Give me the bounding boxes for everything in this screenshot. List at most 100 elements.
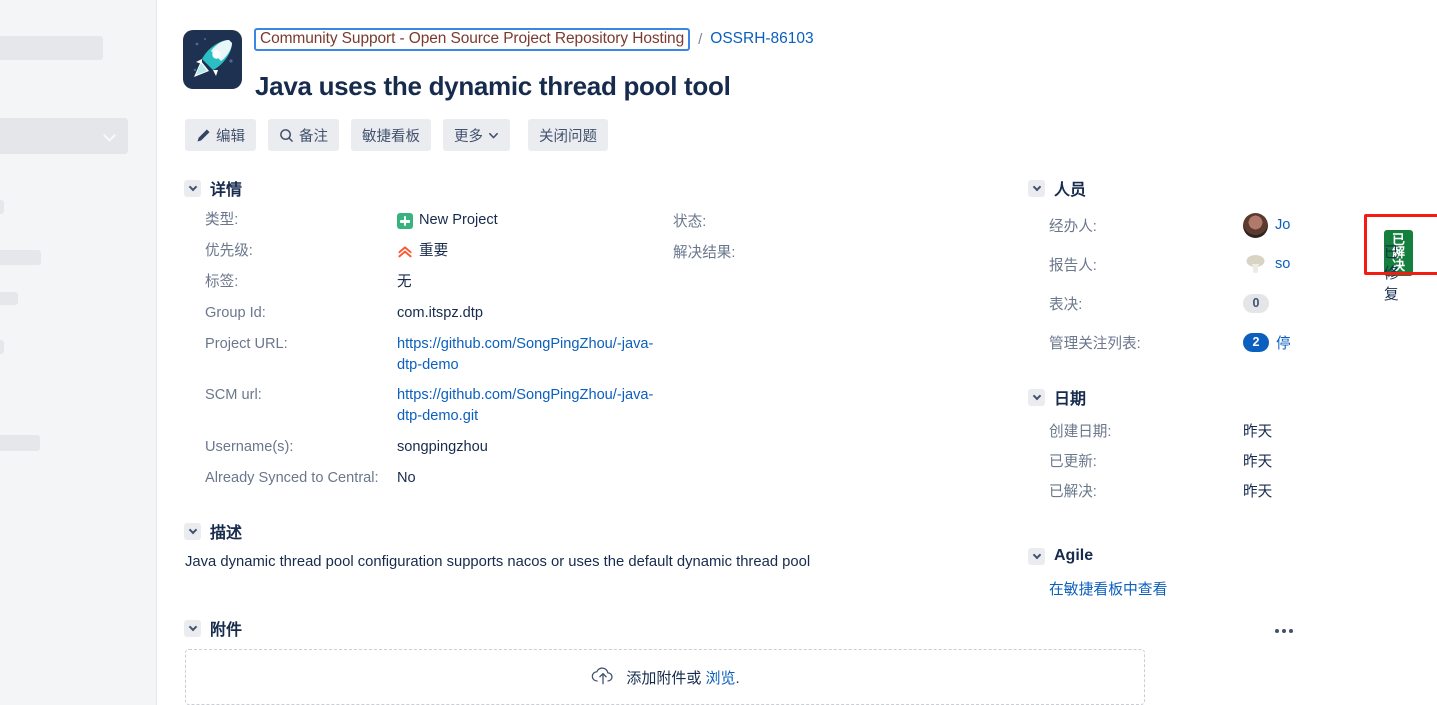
field-type: 类型: New Project <box>205 210 665 232</box>
scm-url-link[interactable]: https://github.com/SongPingZhou/-java-dt… <box>397 385 665 427</box>
field-already-synced: Already Synced to Central: No <box>205 468 665 490</box>
details-section-header: 详情 <box>184 176 242 200</box>
field-resolved: 已解决: 昨天 <box>1049 480 1437 501</box>
dropzone-suffix: . <box>735 669 740 687</box>
field-value: songpingzhou <box>397 439 488 456</box>
attachment-dropzone[interactable]: 添加附件或 浏览. <box>185 649 1145 705</box>
field-value: https://github.com/SongPingZhou/-java-dt… <box>397 334 665 376</box>
field-value: so <box>1243 252 1290 277</box>
close-issue-button-label: 关闭问题 <box>539 128 597 145</box>
more-button-label: 更多 <box>454 128 483 145</box>
field-value: https://github.com/SongPingZhou/-java-dt… <box>397 385 665 427</box>
jira-issue-page: Community Support - Open Source Project … <box>0 0 1437 705</box>
attachments-section-header: 附件 <box>184 616 242 640</box>
field-label: 优先级: <box>205 243 253 259</box>
pencil-icon <box>196 128 211 143</box>
edit-button[interactable]: 编辑 <box>185 119 256 151</box>
field-label: Already Synced to Central: <box>205 469 379 486</box>
chevron-down-icon[interactable] <box>1028 388 1045 406</box>
field-label: 解决结果: <box>673 245 736 261</box>
chevron-down-icon[interactable] <box>1028 179 1045 197</box>
project-url-link[interactable]: https://github.com/SongPingZhou/-java-dt… <box>397 334 665 376</box>
close-issue-button[interactable]: 关闭问题 <box>528 119 608 151</box>
view-on-agile-board-link[interactable]: 在敏捷看板中查看 <box>1049 578 1167 599</box>
field-label: 已更新: <box>1049 454 1097 470</box>
field-value: 无 <box>397 274 412 291</box>
sidebar-skeleton-block <box>0 200 4 214</box>
new-project-icon <box>397 213 413 229</box>
field-created: 创建日期: 昨天 <box>1049 420 1437 441</box>
issue-sidebar: 人员 经办人: Jo 报告人: so 表决: 0 管理关注列表: 2 停 日期 … <box>1022 0 1437 705</box>
dates-fields: 创建日期: 昨天 已更新: 昨天 已解决: 昨天 <box>1049 420 1437 510</box>
field-value-text: New Project <box>419 212 498 229</box>
sidebar-skeleton-block <box>0 435 40 451</box>
chevron-down-icon <box>488 130 499 141</box>
assignee-name-link[interactable]: Jo <box>1275 217 1290 233</box>
field-label: 状态: <box>673 214 707 230</box>
field-value: 2 停 <box>1243 332 1291 353</box>
field-label: 表决: <box>1049 296 1083 313</box>
description-section-header: 描述 <box>184 519 242 543</box>
field-label: 经办人: <box>1049 218 1097 235</box>
agile-board-button[interactable]: 敏捷看板 <box>351 119 431 151</box>
field-label: Username(s): <box>205 438 294 455</box>
details-left-column: 类型: New Project 优先级: 重要 标签: 无 Group Id: … <box>205 210 665 499</box>
chevron-down-icon[interactable] <box>184 619 201 637</box>
field-usernames: Username(s): songpingzhou <box>205 437 665 459</box>
comment-button-label: 备注 <box>299 128 328 145</box>
field-value-text: 重要 <box>419 243 449 260</box>
field-value: 0 <box>1243 293 1269 313</box>
browse-link[interactable]: 浏览 <box>706 670 736 687</box>
field-value: 昨天 <box>1243 484 1273 500</box>
field-label: 类型: <box>205 212 239 228</box>
chevron-down-icon[interactable] <box>184 522 201 540</box>
chevron-down-icon[interactable] <box>184 179 201 197</box>
field-labels: 标签: 无 <box>205 272 665 294</box>
dates-section-header: 日期 <box>1028 385 1086 409</box>
field-reporter: 报告人: so <box>1049 251 1437 277</box>
field-label: SCM url: <box>205 387 262 404</box>
sidebar-skeleton-block <box>0 292 18 305</box>
details-section-title: 详情 <box>210 182 243 199</box>
description-body: Java dynamic thread pool configuration s… <box>185 554 811 570</box>
field-value: New Project <box>397 210 498 232</box>
edit-button-label: 编辑 <box>216 128 245 145</box>
people-fields: 经办人: Jo 报告人: so 表决: 0 管理关注列表: 2 停 <box>1049 212 1437 368</box>
field-value: No <box>397 470 416 487</box>
people-section-header: 人员 <box>1028 176 1086 200</box>
major-priority-icon <box>397 244 413 260</box>
sidebar-skeleton-block <box>0 36 103 60</box>
breadcrumb-issue-key-link[interactable]: OSSRH-86103 <box>710 30 813 48</box>
field-value: Jo <box>1243 212 1290 238</box>
chevron-down-icon <box>103 129 116 142</box>
stop-watching-link[interactable]: 停 <box>1276 332 1291 353</box>
sidebar-skeleton-dropdown[interactable] <box>0 118 128 154</box>
sidebar-skeleton-block <box>0 250 41 265</box>
agile-board-button-label: 敏捷看板 <box>362 128 420 145</box>
search-icon <box>279 128 294 143</box>
breadcrumb: Community Support - Open Source Project … <box>254 24 814 54</box>
field-resolution: 解决结果: 已修复 <box>673 241 1399 303</box>
field-value: 昨天 <box>1243 454 1273 470</box>
people-section-title: 人员 <box>1054 182 1087 199</box>
more-button[interactable]: 更多 <box>443 119 510 151</box>
comment-button[interactable]: 备注 <box>268 119 339 151</box>
reporter-name-link[interactable]: so <box>1275 256 1290 272</box>
left-sidebar-panel <box>0 0 157 705</box>
field-project-url: Project URL: https://github.com/SongPing… <box>205 334 665 376</box>
agile-section-header: Agile <box>1028 547 1093 565</box>
description-section-title: 描述 <box>210 525 243 542</box>
field-label: 报告人: <box>1049 257 1097 274</box>
assignee-avatar <box>1243 212 1268 238</box>
field-updated: 已更新: 昨天 <box>1049 450 1437 471</box>
field-watchers: 管理关注列表: 2 停 <box>1049 329 1437 355</box>
field-label: Group Id: <box>205 305 266 321</box>
page-title: Java uses the dynamic thread pool tool <box>255 71 731 102</box>
votes-count-badge: 0 <box>1243 293 1269 313</box>
field-status: 状态: <box>673 210 865 231</box>
breadcrumb-project-link[interactable]: Community Support - Open Source Project … <box>260 30 684 47</box>
chevron-down-icon[interactable] <box>1028 547 1045 565</box>
field-label: 创建日期: <box>1049 424 1112 440</box>
breadcrumb-separator: / <box>698 30 703 48</box>
field-label: 管理关注列表: <box>1049 335 1141 352</box>
